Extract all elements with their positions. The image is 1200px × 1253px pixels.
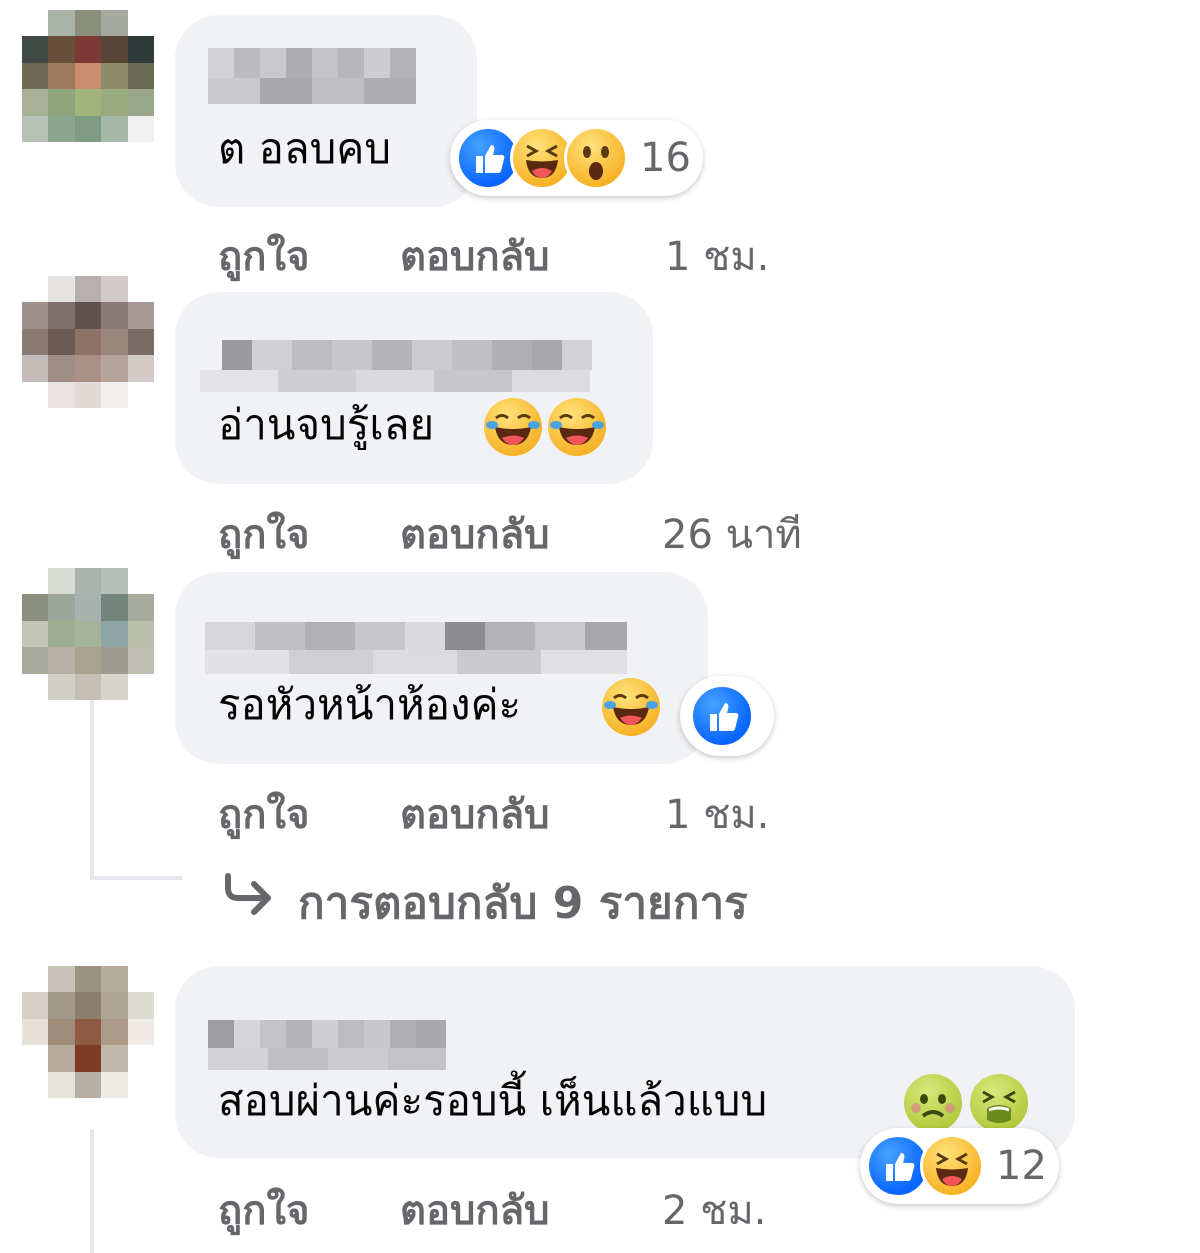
haha-reaction-icon <box>920 1134 984 1198</box>
thread-line <box>90 700 94 880</box>
like-button[interactable]: ถูกใจ <box>218 1178 309 1242</box>
reply-button[interactable]: ตอบกลับ <box>400 224 550 288</box>
nauseated-emoji-icon <box>970 1074 1028 1132</box>
commenter-name-blurred[interactable] <box>208 48 416 78</box>
reaction-count: 16 <box>640 135 691 181</box>
comment-text: ต อลบคบ <box>218 124 392 173</box>
comment-timestamp[interactable]: 1 ชม. <box>665 224 769 288</box>
reactions-summary[interactable]: 16 <box>450 120 703 196</box>
comment-timestamp[interactable]: 26 นาที <box>662 502 802 566</box>
like-reaction-icon <box>690 684 754 748</box>
tears-of-joy-emoji-icon <box>484 398 542 456</box>
like-button[interactable]: ถูกใจ <box>218 782 309 846</box>
reactions-summary[interactable]: 12 <box>860 1128 1059 1204</box>
avatar[interactable] <box>22 10 154 142</box>
comment-text: รอหัวหน้าห้องค่ะ <box>218 680 522 729</box>
like-button[interactable]: ถูกใจ <box>218 502 309 566</box>
avatar[interactable] <box>22 966 154 1098</box>
tears-of-joy-emoji-icon <box>602 678 660 736</box>
commenter-name-blurred[interactable] <box>222 340 592 370</box>
view-replies-link[interactable]: การตอบกลับ 9 รายการ <box>298 868 748 938</box>
comment-timestamp[interactable]: 1 ชม. <box>665 782 769 846</box>
reaction-count: 12 <box>996 1143 1047 1189</box>
commenter-name-blurred <box>208 1048 446 1070</box>
reply-button[interactable]: ตอบกลับ <box>400 782 550 846</box>
commenter-name-blurred[interactable] <box>205 622 627 652</box>
commenter-name-blurred <box>205 650 627 674</box>
reactions-summary[interactable] <box>680 676 774 756</box>
thread-line <box>90 876 182 880</box>
avatar[interactable] <box>22 568 154 700</box>
comment-timestamp[interactable]: 2 ชม. <box>662 1178 766 1242</box>
commenter-name-blurred[interactable] <box>208 1020 446 1050</box>
tears-of-joy-emoji-icon <box>548 398 606 456</box>
thread-line <box>90 1130 94 1253</box>
comment-bubble <box>175 15 477 207</box>
commenter-name-blurred <box>200 370 590 392</box>
commenter-name-blurred <box>208 78 416 104</box>
reply-button[interactable]: ตอบกลับ <box>400 502 550 566</box>
reply-button[interactable]: ตอบกลับ <box>400 1178 550 1242</box>
comment-text: สอบผ่านค่ะรอบนี้ เห็นแล้วแบบ <box>218 1076 768 1125</box>
reply-arrow-icon[interactable] <box>222 870 274 918</box>
nauseated-emoji-icon <box>904 1074 962 1132</box>
comment-text: อ่านจบรู้เลย <box>218 400 435 449</box>
like-button[interactable]: ถูกใจ <box>218 224 309 288</box>
wow-reaction-icon <box>564 126 628 190</box>
avatar[interactable] <box>22 276 154 408</box>
